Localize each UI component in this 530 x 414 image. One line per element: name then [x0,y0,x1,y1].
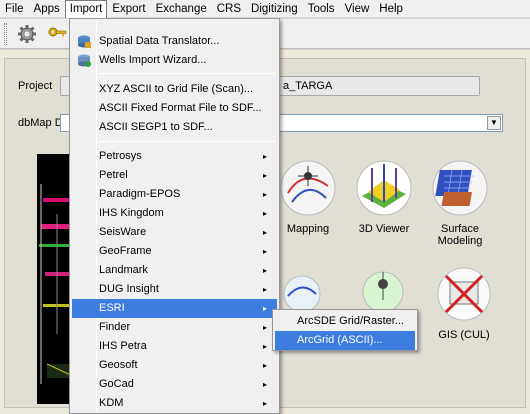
submenu-arrow-icon: ▸ [262,399,267,408]
menu-help[interactable]: Help [374,0,408,18]
menu-separator [99,73,275,74]
menu-item-gocad[interactable]: GoCad ▸ [72,375,277,394]
partial-tile-icon [362,271,404,313]
toolbar-grip[interactable] [4,23,7,45]
menu-item-label: Petrosys [99,150,142,162]
menu-tools[interactable]: Tools [303,0,340,18]
project-value: a_TARGA [283,80,333,92]
menu-item-paradigm-epos[interactable]: Paradigm-EPOS ▸ [72,185,277,204]
partial-tile-icon [283,275,321,313]
menu-item-petrosys[interactable]: Petrosys ▸ [72,147,277,166]
menu-item-ascii-segp1[interactable]: ASCII SEGP1 to SDF... [72,118,277,137]
app-tile-label: GIS (CUL) [438,329,490,341]
menu-item-label: GeoFrame [99,245,152,257]
menu-separator [99,141,275,142]
menu-item-arcsde-grid-raster[interactable]: ArcSDE Grid/Raster... [275,312,415,331]
mapping-icon [280,160,336,216]
menu-item-label: KDM [99,397,124,409]
menu-item-label: Spatial Data Translator... [99,35,220,47]
menu-file[interactable]: File [0,0,29,18]
menu-item-label: IHS Petra [99,340,147,352]
submenu-arrow-icon: ▸ [262,304,267,313]
menu-view[interactable]: View [340,0,375,18]
menu-item-label: DUG Insight [99,283,159,295]
menu-item-petrel[interactable]: Petrel ▸ [72,166,277,185]
surface-modeling-icon [432,160,488,216]
import-menu: Spatial Data Translator... Wells Import … [69,18,280,414]
menu-item-geoframe[interactable]: GeoFrame ▸ [72,242,277,261]
project-label: Project [18,80,53,92]
app-tile-label: Mapping [286,223,330,235]
app-tile-label: 3D Viewer [358,223,410,235]
submenu-arrow-icon: ▸ [262,152,267,161]
3d-viewer-icon [356,160,412,216]
menu-item-finder[interactable]: Finder ▸ [72,318,277,337]
submenu-arrow-icon: ▸ [262,171,267,180]
submenu-arrow-icon: ▸ [262,247,267,256]
submenu-arrow-icon: ▸ [262,209,267,218]
app-tile-label: Surface Modeling [437,223,483,247]
app-tile-gis[interactable]: GIS (CUL) [428,264,500,341]
submenu-arrow-icon: ▸ [262,285,267,294]
menu-item-landmark[interactable]: Landmark ▸ [72,261,277,280]
menu-item-arcgrid-ascii[interactable]: ArcGrid (ASCII)... [275,331,415,350]
submenu-arrow-icon: ▸ [262,323,267,332]
app-tile-mapping[interactable]: Mapping [272,158,344,235]
menu-item-label: ESRI [99,302,125,314]
menu-bar: File Apps Import Export Exchange CRS Dig… [0,0,530,18]
menu-item-label: SeisWare [99,226,147,238]
menu-item-label: XYZ ASCII to Grid File (Scan)... [99,83,254,95]
translator-icon [78,35,91,48]
menu-crs[interactable]: CRS [212,0,246,18]
submenu-arrow-icon: ▸ [262,361,267,370]
menu-item-xyz-ascii[interactable]: XYZ ASCII to Grid File (Scan)... [72,80,277,99]
menu-exchange[interactable]: Exchange [151,0,212,18]
submenu-arrow-icon: ▸ [262,266,267,275]
key-icon[interactable] [46,23,68,45]
menu-apps[interactable]: Apps [29,0,65,18]
menu-item-label: IHS Kingdom [99,207,164,219]
app-tile-3d-viewer[interactable]: 3D Viewer [348,158,420,235]
menu-item-label: ASCII Fixed Format File to SDF... [99,102,262,114]
menu-item-kdm[interactable]: KDM ▸ [72,394,277,413]
menu-item-label: ArcSDE Grid/Raster... [297,315,404,327]
menu-export[interactable]: Export [107,0,150,18]
menu-item-label: Landmark [99,264,148,276]
menu-item-label: Wells Import Wizard... [99,54,207,66]
submenu-arrow-icon: ▸ [262,190,267,199]
menu-item-label: Finder [99,321,131,333]
menu-item-ascii-fixed-format[interactable]: ASCII Fixed Format File to SDF... [72,99,277,118]
menu-item-seisware[interactable]: SeisWare ▸ [72,223,277,242]
menu-item-esri[interactable]: ESRI ▸ [72,299,277,318]
submenu-arrow-icon: ▸ [262,342,267,351]
gear-icon[interactable] [16,23,38,45]
menu-item-label: ASCII SEGP1 to SDF... [99,121,213,133]
menu-item-geosoft[interactable]: Geosoft ▸ [72,356,277,375]
menu-item-label: Petrel [99,169,128,181]
submenu-arrow-icon: ▸ [262,380,267,389]
gis-icon [437,267,491,321]
menu-item-label: ArcGrid (ASCII)... [297,334,383,346]
menu-item-ihs-kingdom[interactable]: IHS Kingdom ▸ [72,204,277,223]
menu-item-label: GoCad [99,378,134,390]
submenu-arrow-icon: ▸ [262,228,267,237]
menu-import[interactable]: Import [64,0,108,18]
menu-item-spatial-data-translator[interactable]: Spatial Data Translator... [72,32,277,51]
app-tile-surface-modeling[interactable]: Surface Modeling [424,158,496,247]
menu-item-dug-insight[interactable]: DUG Insight ▸ [72,280,277,299]
menu-item-label: Paradigm-EPOS [99,188,181,200]
wells-icon [78,54,91,67]
esri-submenu: ArcSDE Grid/Raster... ArcGrid (ASCII)... [272,309,418,351]
menu-item-ihs-petra[interactable]: IHS Petra ▸ [72,337,277,356]
menu-digitizing[interactable]: Digitizing [246,0,303,18]
menu-item-label: Geosoft [99,359,138,371]
menu-item-wells-import-wizard[interactable]: Wells Import Wizard... [72,51,277,70]
chevron-down-icon[interactable]: ▼ [487,116,501,130]
